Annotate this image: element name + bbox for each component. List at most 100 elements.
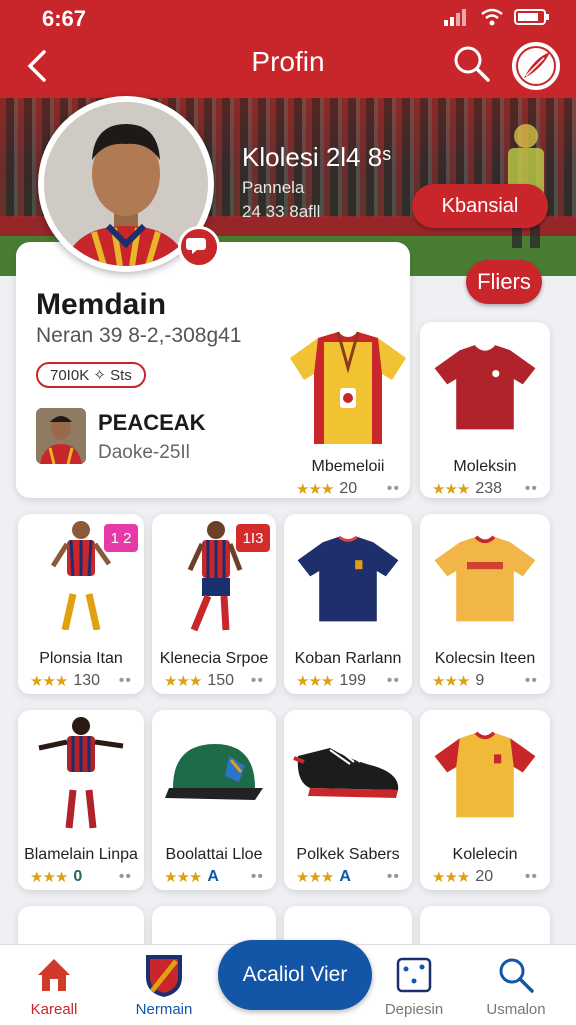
search-icon [499, 958, 534, 993]
nav-depth[interactable]: Depiesin [364, 945, 464, 1025]
rating-stars-icon: ★★★ [30, 673, 68, 690]
status-bar: 6:67 [0, 0, 576, 34]
more-icon[interactable]: •• [251, 868, 264, 886]
rating-stars-icon: ★★★ [164, 673, 202, 690]
filters-button[interactable]: Fliers [466, 260, 542, 304]
chat-icon [186, 238, 206, 254]
banner-action-button[interactable]: Kbansial [412, 184, 548, 228]
rating-stars-icon: ★★★ [30, 869, 68, 886]
item-card[interactable]: Polkek Sabers ★★★ A •• [284, 710, 412, 890]
rating-stars-icon: ★★★ [432, 481, 470, 498]
more-icon[interactable]: •• [525, 672, 538, 690]
friend-portrait [36, 408, 86, 464]
nav-team-label: Nermain [135, 1001, 193, 1018]
more-icon[interactable]: •• [119, 672, 132, 690]
jersey-icon [290, 331, 406, 444]
banner-line2: 24 33 8afll [242, 202, 321, 221]
more-icon[interactable]: •• [525, 480, 538, 498]
nav-home[interactable]: Kareall [4, 945, 104, 1025]
more-icon[interactable]: •• [387, 480, 400, 498]
board-icon [396, 957, 432, 993]
jersey-icon [297, 535, 399, 622]
item-name: Blamelain Linpa [24, 846, 138, 863]
item-card[interactable]: Boolattai Lloe ★★★ A •• [152, 710, 276, 890]
item-image [284, 710, 412, 842]
item-card[interactable]: 1 2 Plonsia Itan ★★★ 130 •• [18, 514, 144, 694]
item-value: 9 [475, 672, 485, 689]
rating-stars-icon: ★★★ [296, 673, 334, 690]
item-value: 20 [339, 480, 358, 497]
nav-search[interactable]: Usmalon [466, 945, 566, 1025]
more-icon[interactable]: •• [387, 672, 400, 690]
item-value: 238 [475, 480, 503, 497]
team-crest-icon [146, 955, 182, 997]
profile-name: Memdain [36, 288, 167, 321]
friend-subtitle: Daoke-25Il [98, 442, 190, 463]
cta-button[interactable]: Acaliol Vier [218, 940, 372, 1010]
status-badge[interactable]: 70I0K ✧ Sts [36, 362, 146, 388]
jersey-icon [434, 731, 536, 818]
friend-name[interactable]: PEACEAK [98, 410, 206, 436]
rating-stars-icon: ★★★ [296, 481, 334, 498]
boots-icon [293, 747, 399, 798]
nav-team[interactable]: Nermain [114, 945, 214, 1025]
item-image [420, 514, 550, 646]
item-meta: ★★★ 130 •• [30, 672, 132, 690]
item-card[interactable]: Kolelecin ★★★ 20 •• [420, 710, 550, 890]
more-icon[interactable]: •• [387, 868, 400, 886]
item-image [18, 710, 144, 842]
friend-avatar[interactable] [36, 408, 86, 464]
item-image [152, 710, 276, 842]
item-image [18, 514, 144, 646]
item-card[interactable]: 1I3 Klenecia Srpoe ★★★ 150 •• [152, 514, 276, 694]
status-time: 6:67 [42, 6, 87, 31]
nav-depth-label: Depiesin [384, 1001, 444, 1018]
banner-line1: Pannela [242, 178, 305, 197]
item-meta: ★★★ 0 •• [30, 868, 132, 886]
cap-icon [165, 744, 263, 800]
item-meta: ★★★ 20 •• [296, 480, 400, 498]
wifi-icon [481, 8, 503, 26]
search-icon[interactable] [452, 44, 492, 84]
item-name: Koban Rarlann [294, 650, 402, 667]
player-figure-icon [38, 717, 124, 829]
item-name: Moleksin [453, 458, 517, 475]
more-icon[interactable]: •• [251, 672, 264, 690]
feather-icon [516, 46, 556, 86]
banner-title: Klolesi 2l4 8ˢ [242, 142, 392, 172]
item-value: 20 [475, 868, 494, 885]
item-card[interactable]: Mbemeloii ★★★ 20 •• [284, 322, 412, 498]
status-icons [442, 8, 550, 26]
item-card[interactable]: Kolecsin Iteen ★★★ 9 •• [420, 514, 550, 694]
item-image [284, 322, 412, 454]
player-figure-icon [50, 521, 112, 636]
app-bar: Profin [0, 34, 576, 98]
item-value: 130 [73, 672, 101, 689]
item-card[interactable]: Blamelain Linpa ★★★ 0 •• [18, 710, 144, 890]
more-icon[interactable]: •• [525, 868, 538, 886]
home-icon [38, 959, 70, 991]
battery-icon [514, 9, 549, 25]
club-logo[interactable] [512, 42, 560, 90]
item-name: Kolelecin [452, 846, 518, 863]
item-card[interactable]: Moleksin ★★★ 238 •• [420, 322, 550, 498]
chat-badge[interactable] [178, 226, 220, 268]
player-figure-icon [187, 521, 243, 632]
item-meta: ★★★ 238 •• [432, 480, 538, 498]
more-icon[interactable]: •• [119, 868, 132, 886]
item-card[interactable]: Koban Rarlann ★★★ 199 •• [284, 514, 412, 694]
nav-home-label: Kareall [30, 1001, 78, 1018]
item-value: 150 [207, 672, 235, 689]
rating-stars-icon: ★★★ [164, 869, 202, 886]
item-name: Boolattai Lloe [165, 846, 263, 863]
item-image [420, 710, 550, 842]
jersey-icon [434, 343, 536, 430]
item-name: Mbemeloii [311, 458, 385, 475]
item-meta: ★★★ 199 •• [296, 672, 400, 690]
item-meta: ★★★ 20 •• [432, 868, 538, 886]
rating-stars-icon: ★★★ [432, 869, 470, 886]
item-image [152, 514, 276, 646]
item-value: 199 [339, 672, 367, 689]
item-image [284, 514, 412, 646]
item-meta: ★★★ 150 •• [164, 672, 264, 690]
